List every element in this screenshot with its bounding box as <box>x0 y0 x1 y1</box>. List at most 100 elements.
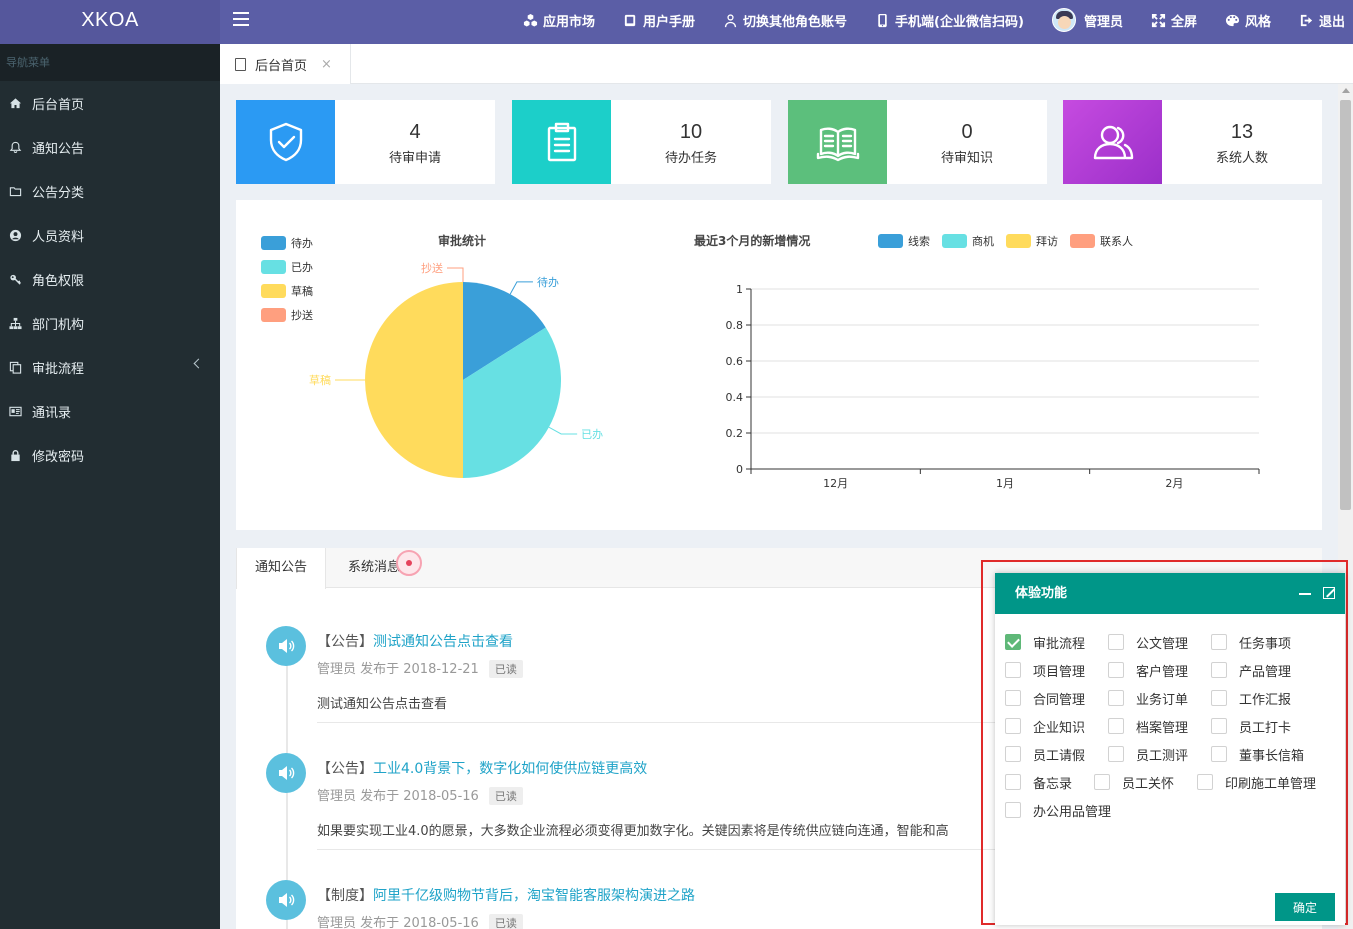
checkbox-icon[interactable] <box>1108 746 1124 762</box>
avatar <box>1051 8 1076 32</box>
close-icon[interactable]: × <box>321 57 332 72</box>
legend-swatch <box>1006 234 1031 248</box>
checkbox-icon[interactable] <box>1211 718 1227 734</box>
pie-label: 已办 <box>581 428 603 441</box>
checkbox-icon[interactable] <box>1005 746 1021 762</box>
stat-card-system-users[interactable]: 13 系统人数 <box>1063 100 1322 184</box>
speaker-icon <box>266 626 306 666</box>
feature-checkbox[interactable]: 企业知识 <box>1005 717 1086 736</box>
feature-checkbox[interactable]: 备忘录 <box>1005 773 1072 792</box>
notice-title-link[interactable]: 工业4.0背景下，数字化如何使供应链更高效 <box>373 761 647 777</box>
sidebar-item-contacts[interactable]: 通讯录 <box>0 389 220 433</box>
feature-checkbox[interactable]: 印刷施工单管理 <box>1197 773 1317 792</box>
checkbox-checked-icon[interactable] <box>1005 634 1021 650</box>
feature-label: 印刷施工单管理 <box>1225 776 1317 792</box>
stat-icon-box <box>788 100 887 184</box>
feature-checkbox[interactable]: 合同管理 <box>1005 689 1086 708</box>
checkbox-icon[interactable] <box>1108 662 1124 678</box>
sidebar-item-categories[interactable]: 公告分类 <box>0 169 220 213</box>
feature-label: 员工关怀 <box>1122 776 1175 792</box>
feature-checkbox[interactable]: 董事长信箱 <box>1211 745 1304 764</box>
pie-label: 待办 <box>537 275 559 289</box>
feature-checkbox[interactable]: 员工请假 <box>1005 745 1085 764</box>
nav-admin-user[interactable]: 管理员 <box>1051 8 1123 32</box>
notice-body: 测试通知公告点击查看 <box>317 697 448 712</box>
sidebar-item-notices[interactable]: 通知公告 <box>0 125 220 169</box>
tab-home[interactable]: 后台首页 × <box>220 44 351 84</box>
nav-switch-role[interactable]: 切换其他角色账号 <box>723 11 847 30</box>
nav-style[interactable]: 风格 <box>1225 11 1271 30</box>
legend-label: 抄送 <box>291 308 313 322</box>
legend-swatch <box>261 236 286 250</box>
feature-checkbox[interactable]: 员工测评 <box>1108 745 1188 764</box>
feature-checkbox[interactable]: 客户管理 <box>1108 661 1188 680</box>
sidebar-item-departments[interactable]: 部门机构 <box>0 301 220 345</box>
checkbox-icon[interactable] <box>1211 634 1227 650</box>
notice-title-link[interactable]: 阿里千亿级购物节背后，淘宝智能客服架构演进之路 <box>373 888 695 904</box>
nav-fullscreen[interactable]: 全屏 <box>1151 11 1197 30</box>
app-logo[interactable]: XKOA <box>0 0 220 44</box>
sidebar-item-password[interactable]: 修改密码 <box>0 433 220 477</box>
nav-app-market[interactable]: 应用市场 <box>523 11 595 30</box>
pie-label: 草稿 <box>309 373 331 387</box>
checkbox-icon[interactable] <box>1211 746 1227 762</box>
chevron-left-icon[interactable] <box>193 358 204 369</box>
nav-user-manual[interactable]: 用户手册 <box>623 11 695 30</box>
legend-swatch <box>261 284 286 298</box>
feature-checkbox[interactable]: 工作汇报 <box>1211 689 1291 708</box>
scroll-up-arrow-icon[interactable] <box>1342 88 1350 93</box>
feature-checkbox[interactable]: 办公用品管理 <box>1005 801 1111 820</box>
key-icon <box>9 274 21 285</box>
monthly-line-chart: 最近3个月的新增情况 线索 商机 拜访 联系人 0 0.2 0.4 0.6 0.8 1 12月 1月 2月 <box>694 233 1260 490</box>
feature-checkbox[interactable]: 员工关怀 <box>1094 773 1175 792</box>
clipboard-icon <box>547 122 576 162</box>
confirm-button[interactable]: 确定 <box>1275 893 1335 921</box>
stat-label: 系统人数 <box>1215 150 1268 166</box>
sidebar-item-roles[interactable]: 角色权限 <box>0 257 220 301</box>
nav-mobile[interactable]: 手机端(企业微信扫码) <box>875 11 1024 30</box>
pie-label-line <box>548 426 578 435</box>
feature-checkbox[interactable]: 产品管理 <box>1211 661 1291 680</box>
stat-card-pending-tasks[interactable]: 10 待办任务 <box>512 100 771 184</box>
feature-label: 员工打卡 <box>1239 720 1292 736</box>
stat-card-pending-knowledge[interactable]: 0 待审知识 <box>788 100 1047 184</box>
users-icon <box>1093 125 1133 160</box>
checkbox-icon[interactable] <box>1094 774 1110 790</box>
checkbox-icon[interactable] <box>1108 634 1124 650</box>
checkbox-icon[interactable] <box>1005 718 1021 734</box>
feature-checkbox[interactable]: 审批流程 <box>1005 633 1085 652</box>
checkbox-icon[interactable] <box>1108 718 1124 734</box>
dialog-title: 体验功能 <box>1015 586 1068 601</box>
feature-label: 企业知识 <box>1033 720 1086 736</box>
checkbox-icon[interactable] <box>1108 690 1124 706</box>
tab-notices[interactable]: 通知公告 <box>236 548 327 589</box>
checkbox-icon[interactable] <box>1211 690 1227 706</box>
notice-title-link[interactable]: 测试通知公告点击查看 <box>373 634 513 650</box>
sidebar-item-home[interactable]: 后台首页 <box>0 81 220 125</box>
sidebar-item-approval[interactable]: 审批流程 <box>0 345 220 389</box>
feature-checkbox[interactable]: 档案管理 <box>1108 717 1188 736</box>
nav-logout[interactable]: 退出 <box>1299 11 1345 30</box>
checkbox-icon[interactable] <box>1005 774 1021 790</box>
minimize-icon[interactable] <box>1299 593 1311 595</box>
read-badge: 已读 <box>488 660 523 678</box>
feature-checkbox[interactable]: 员工打卡 <box>1211 717 1292 736</box>
checkbox-icon[interactable] <box>1211 662 1227 678</box>
maximize-icon[interactable] <box>1323 587 1335 599</box>
checkbox-icon[interactable] <box>1005 662 1021 678</box>
checkbox-icon[interactable] <box>1197 774 1213 790</box>
stat-icon-box <box>1063 100 1162 184</box>
checkbox-icon[interactable] <box>1005 802 1021 818</box>
read-badge: 已读 <box>488 787 523 805</box>
feature-checkbox[interactable]: 公文管理 <box>1108 633 1188 652</box>
feature-checkbox[interactable]: 任务事项 <box>1211 633 1291 652</box>
checkbox-icon[interactable] <box>1005 690 1021 706</box>
stat-card-pending-applications[interactable]: 4 待审申请 <box>236 100 495 184</box>
scrollbar-thumb[interactable] <box>1340 100 1351 510</box>
feature-label: 合同管理 <box>1033 692 1086 708</box>
feature-checkbox[interactable]: 项目管理 <box>1005 661 1085 680</box>
menu-toggle-icon[interactable] <box>233 12 249 26</box>
palette-icon <box>1225 14 1240 26</box>
feature-checkbox[interactable]: 业务订单 <box>1108 689 1188 708</box>
sidebar-item-staff[interactable]: 人员资料 <box>0 213 220 257</box>
